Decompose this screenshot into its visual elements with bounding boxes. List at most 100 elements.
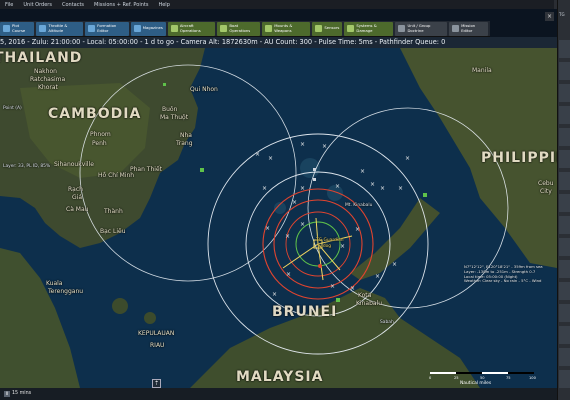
scale-seg <box>508 372 534 374</box>
scale-tick: 75 <box>506 376 511 380</box>
panel-section[interactable] <box>559 62 570 80</box>
scale-tick: 100 <box>529 376 536 380</box>
label-malaysia: MALAYSIA <box>236 369 324 385</box>
contact-icon[interactable]: × <box>268 155 273 162</box>
panel-section[interactable] <box>559 326 570 344</box>
magazines-button[interactable]: Magazines <box>130 21 166 36</box>
panel-close-icon[interactable]: × <box>545 12 554 21</box>
label-brunei: BRUNEI <box>272 304 338 320</box>
menu-missions[interactable]: Missions + Ref. Points <box>89 2 153 8</box>
contact-icon[interactable]: × <box>360 168 365 175</box>
boat-label: Boat Operations <box>229 23 251 33</box>
formation-editor-button[interactable]: Formation Editor <box>85 21 129 36</box>
label-thailand: THAILAND <box>0 50 83 66</box>
systems-icon <box>347 25 355 32</box>
label-ho-chi-minh: Hồ Chí Minh <box>98 172 135 179</box>
contact-icon[interactable]: × <box>370 181 375 188</box>
label-task-group[interactable]: TG Guardian <box>316 238 344 243</box>
expand-icon[interactable]: ⇡ <box>152 379 161 388</box>
panel-section[interactable] <box>559 84 570 102</box>
map-canvas[interactable]: × × × × × × × × × × × × × × × × × × × × … <box>0 48 557 388</box>
bottom-bar: II 15 mins ⇡ <box>0 379 557 400</box>
label-city: City <box>540 188 552 195</box>
friendly-base-icon[interactable] <box>336 298 340 302</box>
contact-icon[interactable]: × <box>335 183 340 190</box>
contact-icon[interactable]: × <box>292 199 297 206</box>
label-layer: Layer: 33, PL ID, 85% <box>3 164 51 169</box>
panel-section[interactable] <box>559 282 570 300</box>
contact-icon[interactable]: × <box>405 155 410 162</box>
menu-bar: File Unit Orders Contacts Missions + Ref… <box>0 0 570 9</box>
label-cebu: Cebu <box>538 180 554 187</box>
contact-icon[interactable]: × <box>350 285 355 292</box>
sensors-label: Sensors <box>324 25 340 31</box>
contact-icon[interactable]: × <box>340 243 345 250</box>
label-qui-nhon: Qui Nhon <box>190 86 218 93</box>
panel-section[interactable] <box>559 194 570 212</box>
contact-icon[interactable]: × <box>380 185 385 192</box>
tactical-map[interactable]: × × × × × × × × × × × × × × × × × × × × … <box>0 48 557 388</box>
panel-section[interactable] <box>559 260 570 278</box>
airbase-icon[interactable] <box>313 168 316 171</box>
formation-icon <box>88 25 96 32</box>
label-mt-kinabalu: Mt. Kinabalu <box>345 203 373 208</box>
cursor-info-box: N7°12'12", E120°18'21" - 359m from sea L… <box>464 264 554 284</box>
unit-side-panel[interactable]: TG <box>557 0 570 400</box>
doctrine-button[interactable]: Unit / Group Doctrine <box>395 21 448 36</box>
contact-icon[interactable]: × <box>262 185 267 192</box>
contact-icon[interactable]: × <box>392 261 397 268</box>
reef <box>300 158 320 178</box>
mounts-weapons-button[interactable]: Mounts & Weapons <box>262 21 311 36</box>
label-riau: RIAU <box>150 342 165 349</box>
throttle-altitude-button[interactable]: Throttle & Altitude <box>36 21 84 36</box>
contact-icon[interactable]: × <box>375 273 380 280</box>
airbase-icon[interactable] <box>313 178 316 181</box>
hostile-contact-icon[interactable] <box>318 264 322 268</box>
menu-file[interactable]: File <box>0 2 18 8</box>
label-task-group-sub: & dog <box>318 244 332 249</box>
panel-section[interactable] <box>559 40 570 58</box>
label-kuala: Kuala <box>46 280 63 287</box>
scale-seg <box>482 372 508 374</box>
panel-section[interactable] <box>559 216 570 234</box>
contact-icon[interactable]: × <box>255 151 260 158</box>
contact-icon[interactable]: × <box>285 233 290 240</box>
contact-icon[interactable]: × <box>300 141 305 148</box>
menu-unit-orders[interactable]: Unit Orders <box>18 2 57 8</box>
sensors-button[interactable]: Sensors <box>312 21 343 36</box>
contact-icon[interactable]: × <box>330 283 335 290</box>
contact-icon[interactable]: × <box>355 226 360 233</box>
panel-section[interactable] <box>559 128 570 146</box>
friendly-base-icon[interactable] <box>200 168 204 172</box>
panel-section[interactable] <box>559 238 570 256</box>
panel-section[interactable] <box>559 348 570 366</box>
scale-tick: 25 <box>454 376 459 380</box>
pause-icon[interactable]: II <box>4 391 10 397</box>
panel-section[interactable] <box>559 172 570 190</box>
contact-icon[interactable]: × <box>286 271 291 278</box>
friendly-base-icon[interactable] <box>163 83 166 86</box>
label-kota: Kota <box>358 292 372 299</box>
scale-seg <box>456 372 482 374</box>
contact-icon[interactable]: × <box>272 291 277 298</box>
aircraft-operations-button[interactable]: Aircraft Operations <box>167 21 216 36</box>
menu-help[interactable]: Help <box>153 2 174 8</box>
panel-section[interactable] <box>559 370 570 388</box>
label-sabah: Sabah <box>380 320 394 325</box>
plot-course-button[interactable]: Plot Course <box>0 21 35 36</box>
contact-icon[interactable]: × <box>265 225 270 232</box>
label-ma-thuot: Ma Thuột <box>160 114 189 121</box>
contact-icon[interactable]: × <box>398 185 403 192</box>
mission-editor-button[interactable]: Mission Editor <box>449 21 488 36</box>
systems-damage-button[interactable]: Systems & Damage <box>344 21 394 36</box>
contact-icon[interactable]: × <box>322 143 327 150</box>
boat-operations-button[interactable]: Boat Operations <box>217 21 261 36</box>
panel-section[interactable] <box>559 106 570 124</box>
contact-icon[interactable]: × <box>300 221 305 228</box>
panel-section[interactable] <box>559 304 570 322</box>
contact-icon[interactable]: × <box>300 185 305 192</box>
friendly-base-icon[interactable] <box>423 193 427 197</box>
panel-section[interactable] <box>559 150 570 168</box>
time-compression[interactable]: 15 mins <box>12 388 31 400</box>
menu-contacts[interactable]: Contacts <box>57 2 89 8</box>
